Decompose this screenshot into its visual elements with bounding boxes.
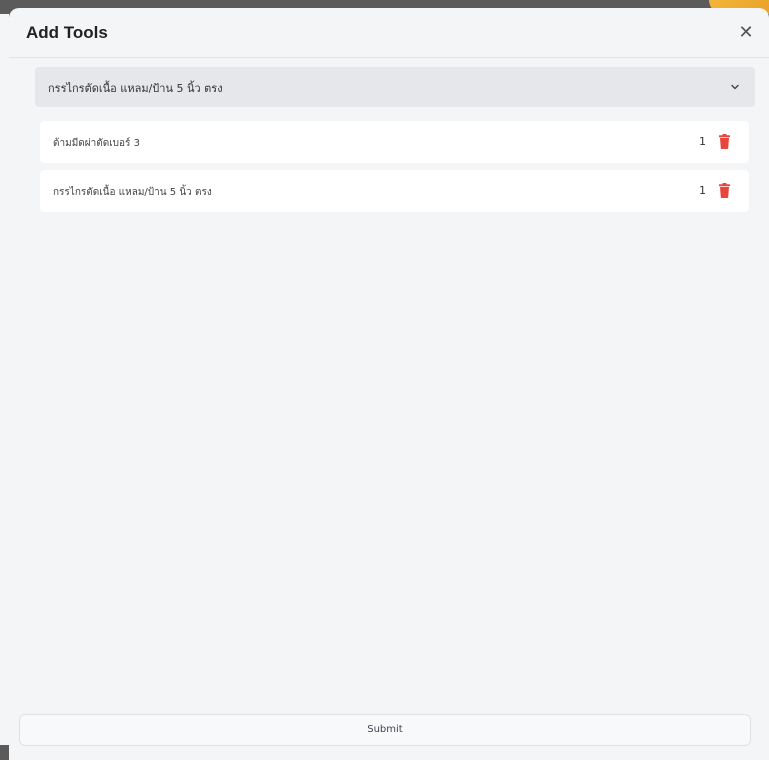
tool-list: ด้ามมีดผ่าตัดเบอร์ 3 1 กรรไกรตัดเนื้อ แห… <box>40 121 749 219</box>
trash-icon[interactable] <box>719 134 730 149</box>
chevron-down-icon <box>731 84 739 90</box>
tool-quantity: 1 <box>699 184 706 197</box>
modal-title: Add Tools <box>26 23 108 42</box>
modal-header: Add Tools ✕ <box>9 8 769 58</box>
tool-quantity: 1 <box>699 135 706 148</box>
tool-name: ด้ามมีดผ่าตัดเบอร์ 3 <box>53 138 140 149</box>
tool-select-value: กรรไกรตัดเนื้อ แหลม/ป้าน 5 นิ้ว ตรง <box>48 82 223 95</box>
backdrop-top-left <box>0 0 9 14</box>
list-item: กรรไกรตัดเนื้อ แหลม/ป้าน 5 นิ้ว ตรง 1 <box>40 170 749 212</box>
trash-icon[interactable] <box>719 183 730 198</box>
list-item: ด้ามมีดผ่าตัดเบอร์ 3 1 <box>40 121 749 163</box>
add-tools-modal: Add Tools ✕ กรรไกรตัดเนื้อ แหลม/ป้าน 5 น… <box>9 8 769 760</box>
close-icon[interactable]: ✕ <box>737 24 755 42</box>
modal-left-edge <box>0 0 9 760</box>
tool-select[interactable]: กรรไกรตัดเนื้อ แหลม/ป้าน 5 นิ้ว ตรง <box>35 67 755 107</box>
tool-name: กรรไกรตัดเนื้อ แหลม/ป้าน 5 นิ้ว ตรง <box>53 187 212 198</box>
backdrop-bottom-left <box>0 745 9 760</box>
submit-button[interactable]: Submit <box>19 714 751 746</box>
